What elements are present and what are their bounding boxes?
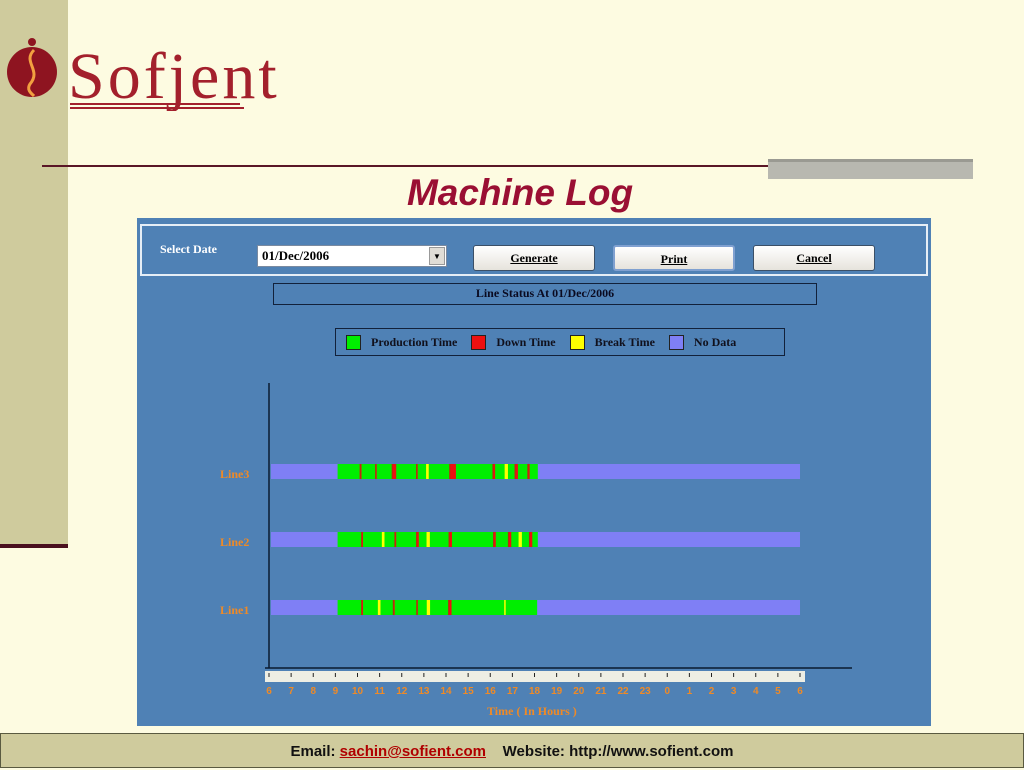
x-tick-label: 9 bbox=[332, 686, 339, 697]
x-tick-label: 16 bbox=[484, 686, 496, 697]
bar-event-break bbox=[377, 600, 381, 615]
x-tick-label: 6 bbox=[797, 686, 803, 697]
x-tick-label: 1 bbox=[686, 686, 693, 697]
bar-event-edge bbox=[527, 464, 529, 479]
bar-event-edge bbox=[448, 532, 450, 547]
x-tick-label: 10 bbox=[351, 686, 364, 697]
bar-event-edge bbox=[391, 464, 393, 479]
bar-event-edge bbox=[449, 464, 451, 479]
y-label-line2: Line2 bbox=[220, 535, 250, 549]
email-link[interactable]: sachin@sofient.com bbox=[340, 743, 486, 760]
bar-event-edge bbox=[416, 464, 418, 479]
svg-text:Sofjent: Sofjent bbox=[68, 40, 280, 111]
bar-event-edge bbox=[492, 464, 494, 479]
x-tick-label: 8 bbox=[310, 686, 317, 697]
bar-event-edge bbox=[359, 464, 361, 479]
x-tick-label: 20 bbox=[573, 686, 585, 697]
bar-event-edge bbox=[507, 532, 509, 547]
machine-log-window: Select Date 01/Dec/2006 ▼ Generate Print… bbox=[137, 218, 931, 726]
page-title: Machine Log bbox=[406, 172, 634, 213]
bar-event-edge bbox=[416, 532, 418, 547]
x-tick-label: 23 bbox=[639, 686, 651, 697]
website-label: Website: bbox=[502, 743, 565, 760]
x-tick-label: 15 bbox=[462, 686, 474, 697]
x-axis-title: Time ( In Hours ) bbox=[487, 704, 577, 718]
timeline-chart bbox=[265, 383, 852, 682]
bar-event-edge bbox=[514, 464, 516, 479]
bar-event-break bbox=[504, 600, 506, 615]
y-label-line3: Line3 bbox=[220, 467, 250, 481]
x-tick-label: 21 bbox=[595, 686, 607, 697]
footer: Email: sachin@sofient.com Website: http:… bbox=[0, 733, 1024, 768]
x-tick-label: 0 bbox=[664, 686, 671, 697]
x-tick-label: 2 bbox=[708, 686, 715, 697]
bar-event-edge bbox=[448, 600, 450, 615]
bar-event-edge bbox=[361, 532, 363, 547]
x-tick-label: 14 bbox=[440, 686, 452, 697]
bar-event-edge bbox=[392, 600, 394, 615]
y-label-line1: Line1 bbox=[220, 603, 250, 617]
bar-production-line2 bbox=[337, 532, 538, 547]
x-tick-label: 4 bbox=[752, 686, 759, 697]
x-tick-label: 3 bbox=[730, 686, 737, 697]
strip-divider bbox=[0, 544, 68, 548]
header-divider bbox=[42, 165, 772, 167]
bar-event-edge bbox=[528, 532, 530, 547]
bar-event-break bbox=[518, 532, 522, 547]
x-tick-label: 7 bbox=[288, 686, 294, 697]
x-tick-label: 11 bbox=[374, 686, 385, 697]
email-label: Email: bbox=[290, 743, 336, 760]
bar-event-break bbox=[381, 532, 385, 547]
x-tick-label: 13 bbox=[418, 686, 430, 697]
bar-production-line1 bbox=[337, 600, 538, 615]
bar-event-edge bbox=[394, 532, 396, 547]
bar-event-edge bbox=[375, 464, 377, 479]
x-tick-label: 19 bbox=[551, 686, 563, 697]
sofient-logo: Sofjent bbox=[7, 38, 280, 111]
x-tick-label: 12 bbox=[396, 686, 408, 697]
x-tick-label: 6 bbox=[266, 686, 272, 697]
bar-event-break bbox=[426, 600, 431, 615]
website-url: http://www.sofient.com bbox=[569, 743, 734, 760]
bar-event-break bbox=[504, 464, 508, 479]
bar-event-break bbox=[426, 532, 430, 547]
x-tick-label: 17 bbox=[506, 686, 518, 697]
x-tick-label: 18 bbox=[528, 686, 541, 697]
bar-event-edge bbox=[493, 532, 495, 547]
x-tick-label: 22 bbox=[617, 686, 629, 697]
bar-event-edge bbox=[416, 600, 418, 615]
x-tick-label: 5 bbox=[775, 686, 781, 697]
bar-event-edge bbox=[361, 600, 363, 615]
bar-event-break bbox=[426, 464, 429, 479]
